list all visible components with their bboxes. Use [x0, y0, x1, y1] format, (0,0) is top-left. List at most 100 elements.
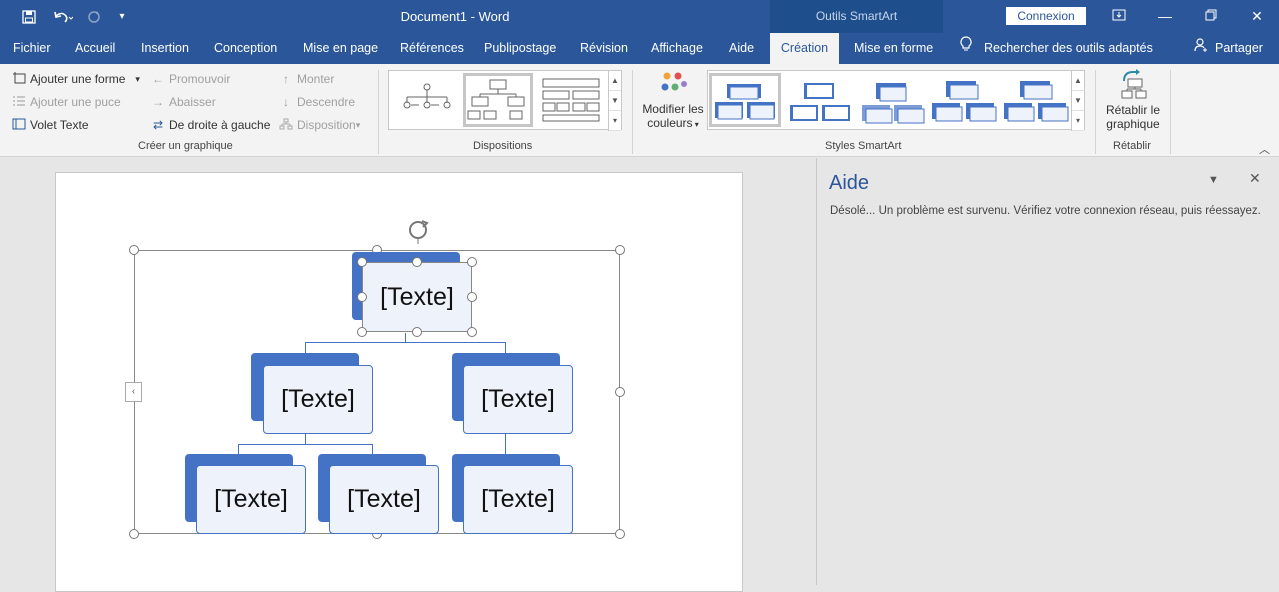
scroll-up-icon[interactable]: ▲ [1072, 71, 1084, 91]
move-down-label: Descendre [297, 95, 356, 109]
add-shape-button[interactable]: Ajouter une forme ▾ [11, 69, 140, 89]
login-button[interactable]: Connexion [1006, 7, 1086, 25]
rotate-handle-icon[interactable] [406, 218, 430, 247]
scroll-down-icon[interactable]: ▼ [609, 91, 621, 111]
context-tab-smartart-tools: Outils SmartArt [770, 0, 943, 33]
layouts-gallery[interactable]: ▲ ▼ ▾ [388, 70, 622, 131]
text-pane-button[interactable]: Volet Texte [11, 115, 89, 135]
customize-icon[interactable]: ▾ [114, 0, 130, 33]
layout-label: Disposition [297, 118, 356, 132]
scroll-up-icon[interactable]: ▲ [609, 71, 621, 91]
tab-conception[interactable]: Conception [212, 33, 279, 64]
resize-handle[interactable] [129, 245, 139, 255]
node-level3-2[interactable]: [Texte] [329, 465, 439, 534]
move-up-button[interactable]: ↑ Monter [278, 69, 334, 89]
more-icon[interactable]: ▾ [609, 111, 621, 131]
node-level2-right[interactable]: [Texte] [463, 365, 573, 434]
reset-graphic-button[interactable]: Rétablir le graphique [1100, 69, 1166, 131]
resize-handle[interactable] [615, 387, 625, 397]
style-option-1[interactable] [709, 73, 781, 127]
node-level3-3[interactable]: [Texte] [463, 465, 573, 534]
node-level3-1[interactable]: [Texte] [196, 465, 306, 534]
add-shape-label: Ajouter une forme [30, 72, 126, 86]
tab-references[interactable]: Références [398, 33, 466, 64]
tab-accueil[interactable]: Accueil [73, 33, 117, 64]
collapse-ribbon-icon[interactable]: ︿ [1259, 141, 1270, 157]
group-separator [632, 70, 633, 154]
layouts-gallery-scroll[interactable]: ▲ ▼ ▾ [608, 71, 621, 131]
save-icon[interactable] [18, 0, 40, 33]
resize-handle[interactable] [615, 245, 625, 255]
connector-line [238, 444, 373, 445]
resize-handle[interactable] [412, 327, 422, 337]
reset-label-1: Rétablir le [1105, 103, 1161, 117]
reset-label-2: graphique [1106, 117, 1160, 131]
promote-label: Promouvoir [169, 72, 231, 86]
tab-affichage[interactable]: Affichage [649, 33, 705, 64]
redo-icon[interactable] [84, 0, 104, 33]
layout-option-hierarchy-small[interactable] [393, 73, 461, 127]
share-button[interactable]: Partager [1192, 33, 1265, 64]
text-pane-toggle-chevron-left-icon[interactable]: ‹ [125, 382, 142, 402]
style-option-4[interactable] [928, 73, 998, 127]
layout-option-table-hierarchy[interactable] [537, 73, 605, 127]
resize-handle[interactable] [467, 327, 477, 337]
right-to-left-button[interactable]: ⇄ De droite à gauche [150, 115, 270, 135]
chevron-down-icon: ▾ [692, 120, 699, 129]
tab-fichier[interactable]: Fichier [11, 33, 53, 64]
resize-handle[interactable] [467, 292, 477, 302]
resize-handle[interactable] [357, 327, 367, 337]
style-option-5[interactable] [1000, 73, 1070, 127]
node-top[interactable]: [Texte] [362, 262, 472, 332]
right-to-left-label: De droite à gauche [169, 118, 271, 132]
move-down-button[interactable]: ↓ Descendre [278, 92, 355, 112]
scroll-down-icon[interactable]: ▼ [1072, 91, 1084, 111]
tab-revision[interactable]: Révision [578, 33, 630, 64]
style-option-2[interactable] [784, 73, 854, 127]
ribbon-display-icon[interactable] [1096, 0, 1142, 33]
styles-gallery-scroll[interactable]: ▲ ▼ ▾ [1071, 71, 1084, 131]
resize-handle[interactable] [615, 529, 625, 539]
minimize-icon[interactable]: — [1142, 0, 1188, 33]
group-label-creer: Créer un graphique [138, 140, 233, 152]
layout-button[interactable]: Disposition ▾ [278, 115, 360, 135]
demote-button[interactable]: → Abaisser [150, 92, 216, 112]
search-tools[interactable]: Rechercher des outils adaptés [958, 33, 1155, 64]
change-colors-label-1: Modifier les [642, 102, 704, 116]
promote-button[interactable]: ← Promouvoir [150, 69, 230, 89]
tab-mise-en-forme[interactable]: Mise en forme [852, 33, 935, 64]
tab-publipostage[interactable]: Publipostage [482, 33, 558, 64]
pane-close-icon[interactable]: ✕ [1249, 170, 1261, 187]
resize-handle[interactable] [412, 257, 422, 267]
arrow-left-icon: ← [152, 72, 164, 86]
tab-insertion[interactable]: Insertion [139, 33, 191, 64]
tab-creation[interactable]: Création [770, 33, 839, 64]
restore-icon[interactable] [1188, 0, 1234, 33]
resize-handle[interactable] [357, 257, 367, 267]
resize-handle[interactable] [467, 257, 477, 267]
pane-options-chevron-down-icon[interactable]: ▼ [1208, 174, 1219, 186]
connector-line [305, 342, 506, 343]
undo-icon[interactable] [50, 0, 76, 33]
resize-handle[interactable] [357, 292, 367, 302]
more-icon[interactable]: ▾ [1072, 111, 1084, 131]
change-colors-button[interactable]: Modifier les couleurs ▾ [640, 70, 706, 136]
style-option-3[interactable] [856, 73, 926, 127]
resize-handle[interactable] [129, 529, 139, 539]
ribbon-tabs: Fichier Accueil Insertion Conception Mis… [0, 33, 1279, 64]
person-icon [1194, 33, 1208, 64]
tab-aide[interactable]: Aide [727, 33, 756, 64]
reset-graphic-icon [1100, 69, 1166, 103]
title-bar: ▾ Document1 - Word Outils SmartArt Conne… [0, 0, 1279, 33]
node-level2-left[interactable]: [Texte] [263, 365, 373, 434]
close-icon[interactable]: ✕ [1234, 0, 1279, 33]
bullet-list-icon [11, 95, 27, 110]
layout-option-organigram[interactable] [463, 73, 533, 127]
add-bullet-button[interactable]: Ajouter une puce [11, 92, 121, 112]
smartart-styles-gallery[interactable]: ▲ ▼ ▾ [707, 70, 1085, 131]
tab-mise-en-page[interactable]: Mise en page [301, 33, 380, 64]
group-separator [1170, 70, 1171, 154]
group-separator [378, 70, 379, 154]
document-area: ‹ [Texte] [Texte] [Texte] [Texte] [Texte… [0, 158, 816, 592]
add-shape-icon [11, 71, 27, 87]
